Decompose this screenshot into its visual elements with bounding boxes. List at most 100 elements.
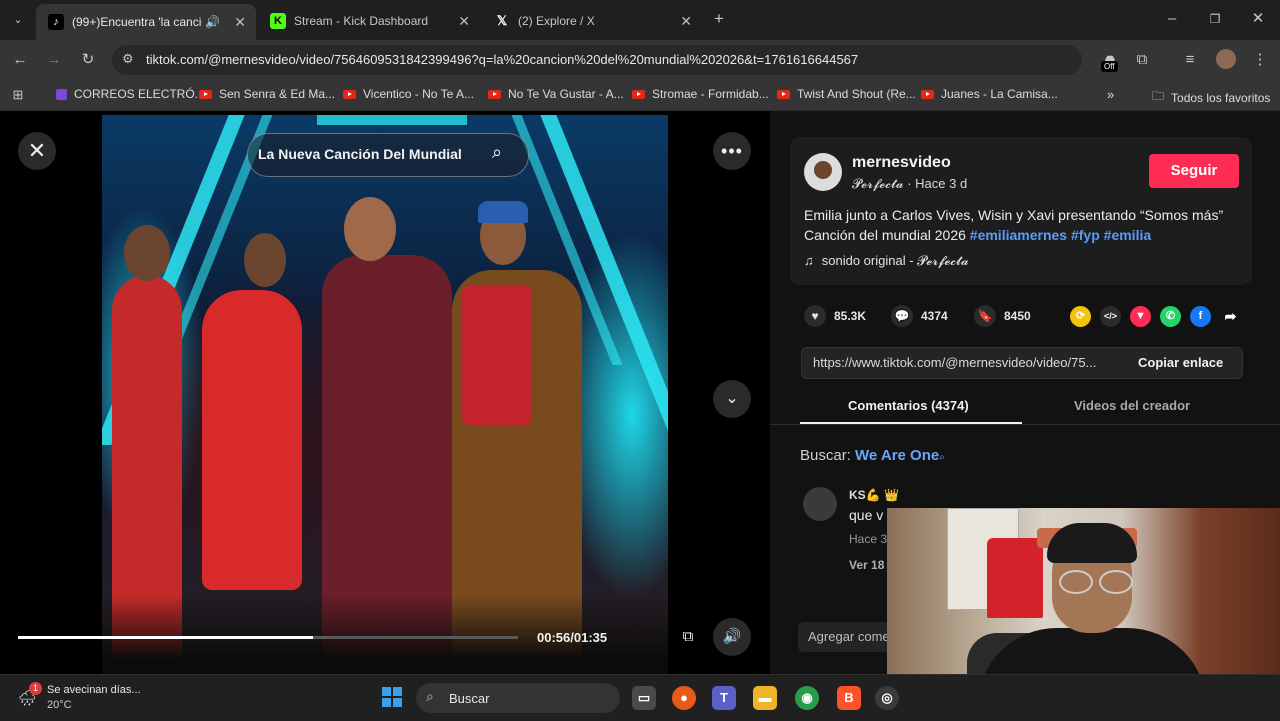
whatsapp-icon[interactable]: ✆ — [1160, 306, 1181, 327]
obs-icon[interactable]: ◎ — [875, 686, 899, 710]
folder-icon: 🗀 — [1152, 89, 1165, 103]
bookmark-item[interactable]: Stromae - Formidab... — [632, 87, 769, 101]
bookmarks-overflow-icon[interactable]: » — [1107, 87, 1114, 102]
comment-stat[interactable]: 💬 4374 — [891, 305, 948, 327]
start-button[interactable] — [380, 686, 404, 710]
speaker-icon[interactable]: 🔊 — [205, 15, 220, 29]
repost-icon[interactable]: ⟳ — [1070, 306, 1091, 327]
puzzle-icon[interactable]: ⧉ — [1132, 50, 1152, 70]
profile-avatar[interactable] — [1216, 49, 1236, 69]
chrome-icon[interactable]: ◉ — [795, 686, 819, 710]
more-options-icon[interactable]: ••• — [713, 132, 751, 170]
taskbar-search[interactable]: ⌕ Buscar — [416, 683, 620, 713]
copy-link-button[interactable]: Copiar enlace — [1138, 355, 1223, 370]
reload-icon[interactable]: ↻ — [78, 50, 98, 70]
tab-comments[interactable]: Comentarios (4374) — [848, 398, 969, 413]
site-info-icon[interactable]: ⚙ — [122, 51, 134, 67]
youtube-icon — [488, 89, 501, 99]
video-player[interactable] — [102, 115, 668, 674]
facebook-icon[interactable]: f — [1190, 306, 1211, 327]
media-control-icon[interactable]: ≡ — [1180, 50, 1200, 70]
bookmark-item[interactable]: Vicentico - No Te A... — [343, 87, 474, 101]
comment-icon[interactable]: 💬 — [891, 305, 913, 327]
tab-title: (99+)Encuentra 'la cancion — [72, 15, 202, 29]
performer-head — [344, 197, 396, 261]
tab-creator-videos[interactable]: Videos del creador — [1074, 398, 1190, 413]
save-stat[interactable]: 🔖 8450 — [974, 305, 1031, 327]
heart-icon[interactable]: ♥ — [804, 305, 826, 327]
glasses-left-lens — [1059, 570, 1093, 594]
url-text[interactable]: tiktok.com/@mernesvideo/video/7564609531… — [146, 52, 858, 67]
search-suggestion-term[interactable]: We Are One — [855, 447, 939, 464]
search-icon[interactable]: ⌕ — [492, 142, 502, 163]
hashtag-link[interactable]: #emiliamernes — [970, 227, 1067, 243]
video-search-pill[interactable]: La Nueva Canción Del Mundial ⌕ — [247, 133, 529, 177]
bookmark-item[interactable]: Juanes - La Camisa... — [921, 87, 1058, 101]
taskbar-search-label: Buscar — [449, 691, 490, 706]
bookmarks-bar: ⊞ CORREOS ELECTRÓ... Sen Senra & Ed Ma..… — [0, 80, 1280, 111]
performer-shirt — [462, 285, 532, 425]
bookmark-item[interactable]: Sen Senra & Ed Ma... — [199, 87, 335, 101]
all-bookmarks[interactable]: 🗀 Todos los favoritos — [1152, 87, 1270, 108]
bookmark-item[interactable]: No Te Va Gustar - A... — [488, 87, 624, 101]
creator-avatar[interactable] — [804, 153, 842, 191]
hashtag-link[interactable]: #emilia — [1104, 227, 1151, 243]
new-tab-icon[interactable]: + — [709, 9, 729, 29]
close-tab-icon[interactable]: ✕ — [234, 14, 246, 31]
menu-icon[interactable]: ⋮ — [1250, 50, 1270, 70]
bookmark-item[interactable]: Twist And Shout (Re... — [777, 87, 916, 101]
search-suggestion-label: Buscar: — [800, 447, 851, 464]
sound-link[interactable]: ♫ sonido original - 𝓟𝓮𝓻𝓯𝓮𝓬𝓽𝓪 — [804, 253, 969, 269]
embed-icon[interactable]: </> — [1100, 306, 1121, 327]
creator-subline: 𝓟𝓮𝓻𝓯𝓮𝓬𝓽𝓪 · Hace 3 d — [852, 176, 967, 192]
brave-icon[interactable]: B — [837, 686, 861, 710]
bookmark-label: Juanes - La Camisa... — [941, 87, 1058, 101]
task-view-icon[interactable]: ▭ — [632, 686, 656, 710]
minimize-icon[interactable]: – — [1162, 9, 1182, 29]
file-explorer-icon[interactable]: ▬ — [753, 686, 777, 710]
back-icon[interactable]: ← — [10, 50, 30, 70]
post-link-text[interactable]: https://www.tiktok.com/@mernesvideo/vide… — [813, 355, 1113, 370]
volume-icon[interactable]: 🔊 — [713, 618, 751, 656]
follow-button[interactable]: Seguir — [1149, 154, 1239, 188]
post-link-box: https://www.tiktok.com/@mernesvideo/vide… — [801, 347, 1243, 379]
comment-time: Hace 3 — [849, 532, 888, 546]
like-stat[interactable]: ♥ 85.3K — [804, 305, 866, 327]
save-count: 8450 — [1004, 309, 1031, 323]
sound-label: sonido original - 𝓟𝓮𝓻𝓯𝓮𝓬𝓽𝓪 — [821, 253, 969, 268]
close-tab-icon[interactable]: ✕ — [458, 13, 470, 30]
firefox-icon[interactable]: ● — [672, 686, 696, 710]
hashtag-link[interactable]: #fyp — [1071, 227, 1100, 243]
restore-icon[interactable]: ❐ — [1205, 9, 1225, 29]
comment-avatar[interactable] — [803, 487, 837, 521]
share-arrow-icon[interactable]: ➦ — [1220, 306, 1241, 327]
next-video-chevron-icon[interactable]: ⌄ — [713, 380, 751, 418]
send-icon[interactable]: ▼ — [1130, 306, 1151, 327]
comment-author[interactable]: KS💪 👑 — [849, 488, 899, 502]
close-tab-icon[interactable]: ✕ — [680, 13, 692, 30]
tab-search-chevron-icon[interactable]: ⌄ — [8, 10, 28, 30]
performer — [202, 290, 302, 590]
like-count: 85.3K — [834, 309, 867, 323]
tab-x[interactable]: 𝕏 (2) Explore / X ✕ — [482, 6, 702, 36]
search-suggestion[interactable]: Buscar: We Are One⌕ — [800, 447, 945, 464]
apps-grid-icon[interactable]: ⊞ — [8, 85, 28, 105]
tab-tiktok[interactable]: ♪ (99+)Encuentra 'la cancion 🔊 ✕ — [36, 4, 256, 40]
creator-username[interactable]: mernesvideo — [852, 154, 951, 172]
address-bar[interactable]: ⚙ tiktok.com/@mernesvideo/video/75646095… — [112, 45, 1082, 75]
bookmark-item[interactable]: CORREOS ELECTRÓ... — [56, 87, 205, 101]
picture-in-picture-icon[interactable]: ⧉ — [669, 618, 707, 656]
bookmark-icon[interactable]: 🔖 — [974, 305, 996, 327]
add-comment-input[interactable]: Agregar come — [798, 622, 898, 652]
view-replies-link[interactable]: Ver 18 — [849, 558, 884, 572]
weather-title[interactable]: Se avecinan días... — [47, 684, 141, 696]
glasses-right-lens — [1099, 570, 1133, 594]
performer-head — [244, 233, 286, 287]
comment-count: 4374 — [921, 309, 948, 323]
tab-kick[interactable]: K Stream - Kick Dashboard ✕ — [258, 6, 480, 36]
teams-icon[interactable]: T — [712, 686, 736, 710]
bookmark-label: Vicentico - No Te A... — [363, 87, 474, 101]
close-video-icon[interactable]: ✕ — [18, 132, 56, 170]
forward-icon[interactable]: → — [44, 50, 64, 70]
close-window-icon[interactable]: ✕ — [1248, 9, 1268, 29]
